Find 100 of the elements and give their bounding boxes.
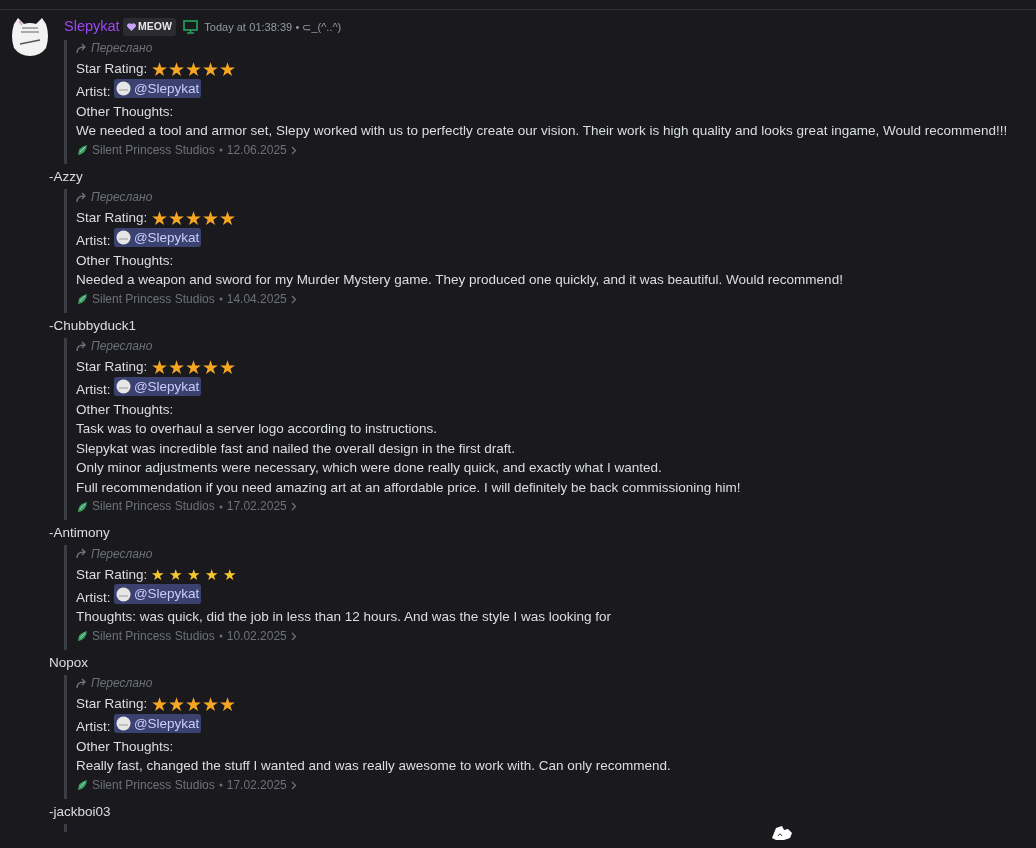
signature-text: -Chubbyduck1 xyxy=(49,316,137,335)
date-link[interactable]: 14.04.2025 xyxy=(226,289,287,309)
star-icon: ★ xyxy=(218,60,236,78)
star-icon: ★ xyxy=(184,695,202,713)
username[interactable]: Slepykat xyxy=(64,16,120,38)
avatar-icon xyxy=(115,716,131,731)
rating-label: Star Rating: xyxy=(76,358,148,377)
source-link[interactable]: Silent Princess Studios xyxy=(92,775,215,795)
forward-arrow-icon xyxy=(76,677,88,689)
chevron-icon xyxy=(290,631,297,641)
avatar-icon xyxy=(115,81,131,96)
date-link[interactable]: 12.06.2025 xyxy=(226,140,287,160)
forward-arrow-icon xyxy=(76,42,88,54)
date-link[interactable]: 17.02.2025 xyxy=(226,497,287,517)
text-line: Task was to overhaul a server logo according to instructions. xyxy=(76,420,437,438)
star-icon: ★ xyxy=(167,209,185,227)
forwarded-label: Переслано xyxy=(76,338,153,355)
artist-label: Artist: xyxy=(76,382,111,397)
avatar-icon xyxy=(115,230,131,245)
text-line: Slepykat was incredible fast and nailed the overall design in the first draft. xyxy=(76,439,515,458)
artist-label: Artist: xyxy=(76,84,111,99)
timestamp: 01:38:39 xyxy=(249,19,293,35)
user-mention[interactable]: @Slepykat xyxy=(113,78,202,99)
rating-label: Star Rating: xyxy=(76,209,148,228)
source-link[interactable]: Silent Princess Studios xyxy=(92,289,215,309)
artist-label: Artist: xyxy=(76,589,111,605)
star-icon: ★ xyxy=(150,60,168,78)
heart-icon xyxy=(127,22,136,31)
star-icon: ★ xyxy=(184,209,202,227)
user-mention[interactable]: @Slepykat xyxy=(113,376,202,397)
text-line: Really fast, changed the stuff I wanted and was really awesome to work with. Can only recommend. xyxy=(76,757,671,775)
chevron-icon xyxy=(290,502,297,512)
star-icon: ★ xyxy=(201,209,219,227)
rating-label: Star Rating: xyxy=(76,60,148,79)
text-line: We needed a tool and armor set, Slepy worked with us to perfectly create our vision. Their work is high quality and looks great ingame, Would recommend!!! xyxy=(76,122,1008,140)
avatar-icon xyxy=(115,586,131,602)
star-icon: ★ xyxy=(167,60,185,78)
star-icon: ★ xyxy=(168,564,182,585)
signature-text: -Azzy xyxy=(49,167,83,186)
date-link[interactable]: 10.02.2025 xyxy=(226,626,287,646)
rating-label: Star Rating: xyxy=(76,565,148,584)
signature-text: -Antimony xyxy=(49,524,110,543)
chevron-icon xyxy=(290,294,297,304)
star-icon: ★ xyxy=(201,695,219,713)
separator-dot-icon xyxy=(218,148,223,153)
guild-tag[interactable]: MEOW xyxy=(123,18,176,36)
star-icon: ★ xyxy=(184,60,202,78)
forwarded-label: Переслано xyxy=(76,545,153,562)
signature-text: Nopox xyxy=(49,653,89,672)
forward-arrow-icon xyxy=(76,340,88,352)
star-icon: ★ xyxy=(167,358,185,376)
signature-text: -jackboi03 xyxy=(49,802,111,821)
separator-dot-icon xyxy=(218,297,223,302)
text-line: Other Thoughts: xyxy=(76,737,174,756)
star-icon: ★ xyxy=(201,358,219,376)
chevron-icon xyxy=(290,780,297,790)
text-line: Other Thoughts: xyxy=(76,102,174,121)
forwarded-label: Переслано xyxy=(76,189,153,206)
chevron-icon xyxy=(290,145,297,155)
date-link[interactable]: 17.02.2025 xyxy=(226,775,287,795)
source-link[interactable]: Silent Princess Studios xyxy=(92,140,215,160)
avatar-icon[interactable] xyxy=(10,16,50,56)
avatar-icon xyxy=(115,379,131,394)
separator-dot-icon xyxy=(218,783,223,788)
star-icon: ★ xyxy=(150,209,168,227)
forwarded-label: Переслано xyxy=(76,675,153,692)
user-mention[interactable]: @Slepykat xyxy=(113,713,202,734)
leaf-icon xyxy=(76,630,88,643)
leaf-icon xyxy=(76,500,88,513)
star-icon: ★ xyxy=(167,695,185,713)
user-mention[interactable]: @Slepykat xyxy=(113,584,202,604)
artist-label: Artist: xyxy=(76,233,111,248)
artist-label: Artist: xyxy=(76,719,111,734)
star-icon: ★ xyxy=(204,564,218,585)
leaf-icon xyxy=(76,779,88,792)
text-line: Other Thoughts: xyxy=(76,400,174,419)
rating-label: Star Rating: xyxy=(76,695,148,714)
leaf-icon xyxy=(76,144,88,157)
separator-dot-icon xyxy=(218,504,223,509)
user-mention[interactable]: @Slepykat xyxy=(113,227,202,248)
star-icon: ★ xyxy=(184,358,202,376)
text-line: Thoughts: was quick, did the job in less than 12 hours. And was the style I was looking for xyxy=(76,608,612,626)
leaf-icon xyxy=(76,293,88,306)
cat-sprite-icon xyxy=(770,824,794,842)
status-text: • ⊂_(^..^) xyxy=(295,19,342,35)
forward-arrow-icon xyxy=(76,548,88,560)
monitor-icon xyxy=(182,19,198,34)
star-icon: ★ xyxy=(222,564,236,585)
text-line: Only minor adjustments were necessary, which were done really quick, and exactly what I wanted. xyxy=(76,459,662,477)
source-link[interactable]: Silent Princess Studios xyxy=(92,497,215,517)
star-icon: ★ xyxy=(218,695,236,713)
source-link[interactable]: Silent Princess Studios xyxy=(92,626,215,646)
star-icon: ★ xyxy=(186,564,200,585)
separator-dot-icon xyxy=(218,634,223,639)
star-icon: ★ xyxy=(150,358,168,376)
forwarded-label: Переслано xyxy=(76,40,153,57)
star-icon: ★ xyxy=(150,564,164,585)
text-line: Needed a weapon and sword for my Murder Mystery game. They produced one quickly, and it was beautiful. Would recommend! xyxy=(76,271,843,289)
text-line: Other Thoughts: xyxy=(76,251,174,270)
text-line: Full recommendation if you need amazing art at an affordable price. I will definitely be back commissioning him! xyxy=(76,478,741,497)
